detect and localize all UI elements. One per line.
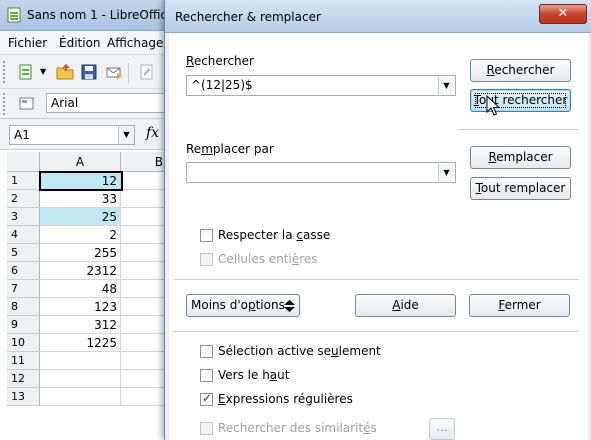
backwards-label: Vers le haut (218, 368, 290, 382)
dialog-titlebar[interactable]: Rechercher & remplacer ✕ (165, 0, 591, 33)
email-icon[interactable] (105, 63, 123, 81)
calc-app-icon (7, 7, 21, 23)
close-button[interactable]: Fermer (469, 294, 570, 317)
open-folder-icon[interactable] (56, 63, 74, 81)
cell-b[interactable] (121, 190, 166, 208)
row-header[interactable]: 8 (7, 298, 40, 316)
window-title: Sans nom 1 - LibreOffice C (27, 8, 187, 22)
cell-a[interactable]: 1225 (40, 334, 121, 352)
row-header[interactable]: 10 (7, 334, 40, 352)
current-selection-checkbox[interactable] (200, 345, 213, 358)
row-header[interactable]: 13 (7, 388, 40, 406)
menu-affichage[interactable]: Affichage (107, 36, 163, 50)
fewer-options-button[interactable]: Moins d'options (186, 294, 300, 317)
match-case-label: Respecter la casse (218, 228, 331, 242)
cell-a[interactable]: 33 (40, 190, 121, 208)
search-button[interactable]: Rechercher (470, 59, 571, 82)
current-selection-label: Sélection active seulement (218, 344, 381, 358)
cell-a[interactable]: 255 (40, 244, 121, 262)
dialog-body: Rechercher ^(12|25)$ ▼ Rechercher Tout r… (169, 33, 588, 440)
row-header[interactable]: 5 (7, 244, 40, 262)
column-header-b[interactable]: B (121, 152, 166, 172)
new-document-icon[interactable] (17, 63, 35, 81)
cell-a[interactable]: 123 (40, 298, 121, 316)
cell-b[interactable] (121, 334, 166, 352)
cell-a[interactable]: 48 (40, 280, 121, 298)
row-header[interactable]: 2 (7, 190, 40, 208)
replace-combobox[interactable]: ▼ (186, 162, 456, 183)
replace-button[interactable]: Remplacer (470, 146, 571, 169)
whole-cells-checkbox[interactable] (200, 253, 213, 266)
similarity-label: Rechercher des similarités (218, 421, 377, 435)
chevron-down-icon[interactable]: ▼ (118, 126, 134, 144)
styles-icon[interactable] (18, 95, 36, 113)
edit-file-icon[interactable] (138, 63, 156, 81)
cell-b[interactable] (121, 388, 166, 406)
cell-b[interactable] (121, 298, 166, 316)
cell-b[interactable] (121, 262, 166, 280)
cell-a[interactable] (40, 352, 121, 370)
select-all-corner[interactable] (7, 152, 40, 172)
toolbar-grip[interactable] (3, 61, 7, 83)
cell-b[interactable] (121, 280, 166, 298)
cell-a[interactable] (40, 370, 121, 388)
font-name-input[interactable]: Arial (46, 93, 166, 113)
match-case-checkbox[interactable] (200, 229, 213, 242)
separator (174, 331, 578, 332)
similarity-options-button[interactable]: ... (429, 418, 455, 440)
cell-a[interactable]: 2 (40, 226, 121, 244)
cell-b[interactable] (121, 370, 166, 388)
cell-b[interactable] (121, 172, 166, 190)
cell-b[interactable] (121, 208, 166, 226)
cell-b[interactable] (121, 316, 166, 334)
replace-all-button[interactable]: Tout remplacer (470, 177, 571, 200)
separator (174, 279, 578, 280)
backwards-checkbox[interactable] (200, 369, 213, 382)
menu-edition[interactable]: Édition (59, 36, 101, 50)
menu-fichier[interactable]: Fichier (8, 36, 47, 50)
row-header[interactable]: 3 (7, 208, 40, 226)
cell-a[interactable]: 312 (40, 316, 121, 334)
cell-b[interactable] (121, 226, 166, 244)
column-header-a[interactable]: A (40, 152, 121, 172)
toolbar-separator (128, 63, 129, 83)
cell-b[interactable] (121, 244, 166, 262)
row-header[interactable]: 12 (7, 370, 40, 388)
whole-cells-label: Cellules entières (218, 252, 318, 266)
row-header[interactable]: 9 (7, 316, 40, 334)
cell-a[interactable]: 2312 (40, 262, 121, 280)
search-label: Rechercher (186, 54, 254, 68)
cell-a[interactable] (40, 388, 121, 406)
search-combobox[interactable]: ^(12|25)$ ▼ (186, 75, 456, 96)
regex-checkbox[interactable]: ✓ (200, 391, 213, 406)
find-replace-dialog: Rechercher & remplacer ✕ Rechercher ^(12… (164, 0, 591, 440)
name-box[interactable]: A1 (9, 125, 135, 145)
row-header[interactable]: 1 (7, 172, 40, 190)
help-button[interactable]: Aide (355, 294, 456, 317)
cell-b[interactable] (121, 352, 166, 370)
new-dropdown-icon[interactable]: ▼ (40, 67, 46, 76)
similarity-checkbox[interactable] (200, 422, 213, 435)
toolbar-grip[interactable] (3, 93, 7, 115)
row-header[interactable]: 4 (7, 226, 40, 244)
replace-label: Remplacer par (186, 142, 274, 156)
row-header[interactable]: 6 (7, 262, 40, 280)
search-input[interactable]: ^(12|25)$ (191, 78, 253, 92)
dialog-title: Rechercher & remplacer (175, 10, 321, 24)
separator (459, 129, 578, 130)
search-all-button[interactable]: Tout rechercher (470, 89, 571, 112)
row-header[interactable]: 7 (7, 280, 40, 298)
close-icon[interactable]: ✕ (539, 4, 587, 24)
function-wizard-icon[interactable]: fx (146, 125, 166, 145)
row-header[interactable]: 11 (7, 352, 40, 370)
chevron-down-icon[interactable]: ▼ (438, 77, 454, 94)
cell-a[interactable]: 25 (40, 208, 121, 226)
regex-label: Expressions régulières (218, 392, 353, 406)
chevron-down-icon[interactable]: ▼ (438, 164, 454, 181)
checkmark-icon: ✓ (202, 391, 213, 405)
save-icon[interactable] (80, 63, 98, 81)
cell-a[interactable]: 12 (40, 172, 121, 190)
collapse-triangle-icon (284, 300, 295, 312)
